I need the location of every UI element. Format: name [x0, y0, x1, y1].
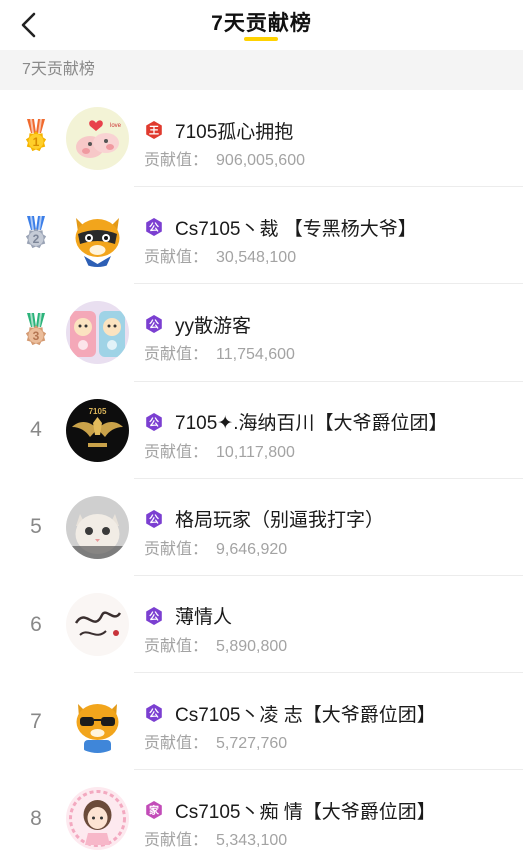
leaderboard-row[interactable]: 8 家 Cs7105丶痴 情【大爷爵位团】 贡献值： 5,343,100 [0, 770, 523, 866]
guild-badge-icon: 公 [146, 218, 162, 237]
contribution-value: 10,117,800 [216, 443, 295, 461]
contribution-value: 11,754,600 [216, 346, 295, 364]
rank-number: 6 [30, 612, 42, 636]
svg-text:公: 公 [149, 514, 159, 526]
user-name: Cs7105丶凌 志【大爷爵位团】 [175, 704, 436, 726]
contribution-value: 5,727,760 [216, 735, 288, 753]
leaderboard-row[interactable]: 2 公 Cs7105丶裁 【专黑杨大爷】 贡献值： 30,548,100 [0, 187, 523, 285]
contribution-value: 5,890,800 [216, 637, 288, 655]
guild-badge-icon: 公 [146, 509, 162, 528]
value-label: 贡献值： [144, 249, 209, 267]
leaderboard-row[interactable]: 4 7105 公 7105✦.海纳百川【大爷爵位团】 贡献值： 10,117,80… [0, 382, 523, 479]
user-name: Cs7105丶裁 【专黑杨大爷】 [175, 218, 417, 240]
guild-badge-icon: 公 [146, 704, 162, 723]
page-title: 7天贡献榜 [211, 12, 312, 35]
svg-text:1: 1 [33, 135, 40, 149]
leaderboard-row[interactable]: 3 公 yy散游客 贡献值： 11,754,600 [0, 284, 523, 382]
gold-wings-avatar[interactable]: 7105 [66, 398, 129, 462]
top-bar: 7天贡献榜 [0, 0, 523, 50]
user-name: 格局玩家（别逼我打字） [175, 510, 385, 532]
contribution-value: 906,005,600 [216, 152, 305, 169]
svg-text:2: 2 [33, 232, 40, 246]
leaderboard-row[interactable]: 6 公 薄情人 贡献值： 5,890,800 [0, 576, 523, 674]
contribution-value: 30,548,100 [216, 249, 297, 267]
user-name: 薄情人 [175, 607, 233, 629]
user-name: 7105孤心拥抱 [175, 121, 294, 143]
leaderboard-row[interactable]: 5 公 格局玩家（别逼我打字） 贡献值： 9,646,920 [0, 479, 523, 576]
guild-badge-icon: 公 [146, 606, 162, 625]
girl-cartoon-avatar[interactable] [66, 787, 129, 851]
svg-text:7105: 7105 [89, 407, 107, 416]
svg-text:家: 家 [149, 804, 160, 817]
bronze-medal-icon: 3 [25, 312, 47, 346]
svg-text:3: 3 [33, 329, 40, 343]
guild-badge-icon: 公 [146, 315, 162, 334]
section-header: 7天贡献榜 [0, 50, 523, 90]
svg-text:王: 王 [149, 125, 159, 137]
value-label: 贡献值： [144, 346, 209, 364]
leaderboard-list: 1 love 王 7105孤心拥抱 贡献值： 906,005,600 2 公 C… [0, 90, 523, 866]
leaderboard-row[interactable]: 7 公 Cs7105丶凌 志【大爷爵位团】 贡献值： 5,727,760 [0, 673, 523, 771]
user-name: yy散游客 [175, 315, 252, 337]
svg-text:公: 公 [149, 708, 159, 720]
svg-text:公: 公 [149, 222, 159, 234]
svg-text:公: 公 [149, 417, 159, 429]
value-label: 贡献值： [144, 735, 209, 753]
rank-number: 8 [30, 806, 42, 830]
value-label: 贡献值： [144, 540, 209, 558]
cat-avatar[interactable] [66, 495, 129, 559]
rank-number: 7 [30, 709, 42, 733]
value-label: 贡献值： [144, 832, 209, 850]
svg-text:公: 公 [149, 611, 159, 623]
pink-badge-icon: 家 [146, 801, 162, 820]
user-name: Cs7105丶痴 情【大爷爵位团】 [175, 801, 436, 823]
svg-text:公: 公 [149, 319, 159, 331]
guild-badge-icon: 公 [146, 412, 162, 431]
svg-text:love: love [110, 123, 122, 129]
silver-medal-icon: 2 [25, 215, 47, 248]
value-label: 贡献值： [144, 443, 209, 461]
contribution-value: 5,343,100 [216, 832, 288, 850]
value-label: 贡献值： [144, 637, 209, 655]
gold-medal-icon: 1 [25, 118, 47, 151]
calligraphy-avatar[interactable] [66, 592, 129, 656]
raccoon-sunglasses-avatar[interactable] [66, 690, 129, 754]
contribution-value: 9,646,920 [216, 540, 288, 558]
raccoon-avatar[interactable] [66, 204, 129, 268]
title-underline [244, 37, 278, 41]
leaderboard-row[interactable]: 1 love 王 7105孤心拥抱 贡献值： 906,005,600 [0, 90, 523, 188]
rank-number: 5 [30, 515, 42, 539]
toy-bears-avatar[interactable] [66, 301, 129, 365]
rank-number: 4 [30, 418, 42, 442]
pig-cartoon-avatar[interactable]: love [66, 107, 129, 170]
king-badge-icon: 王 [146, 121, 162, 139]
value-label: 贡献值： [144, 152, 209, 169]
user-name: 7105✦.海纳百川【大爷爵位团】 [175, 413, 448, 435]
